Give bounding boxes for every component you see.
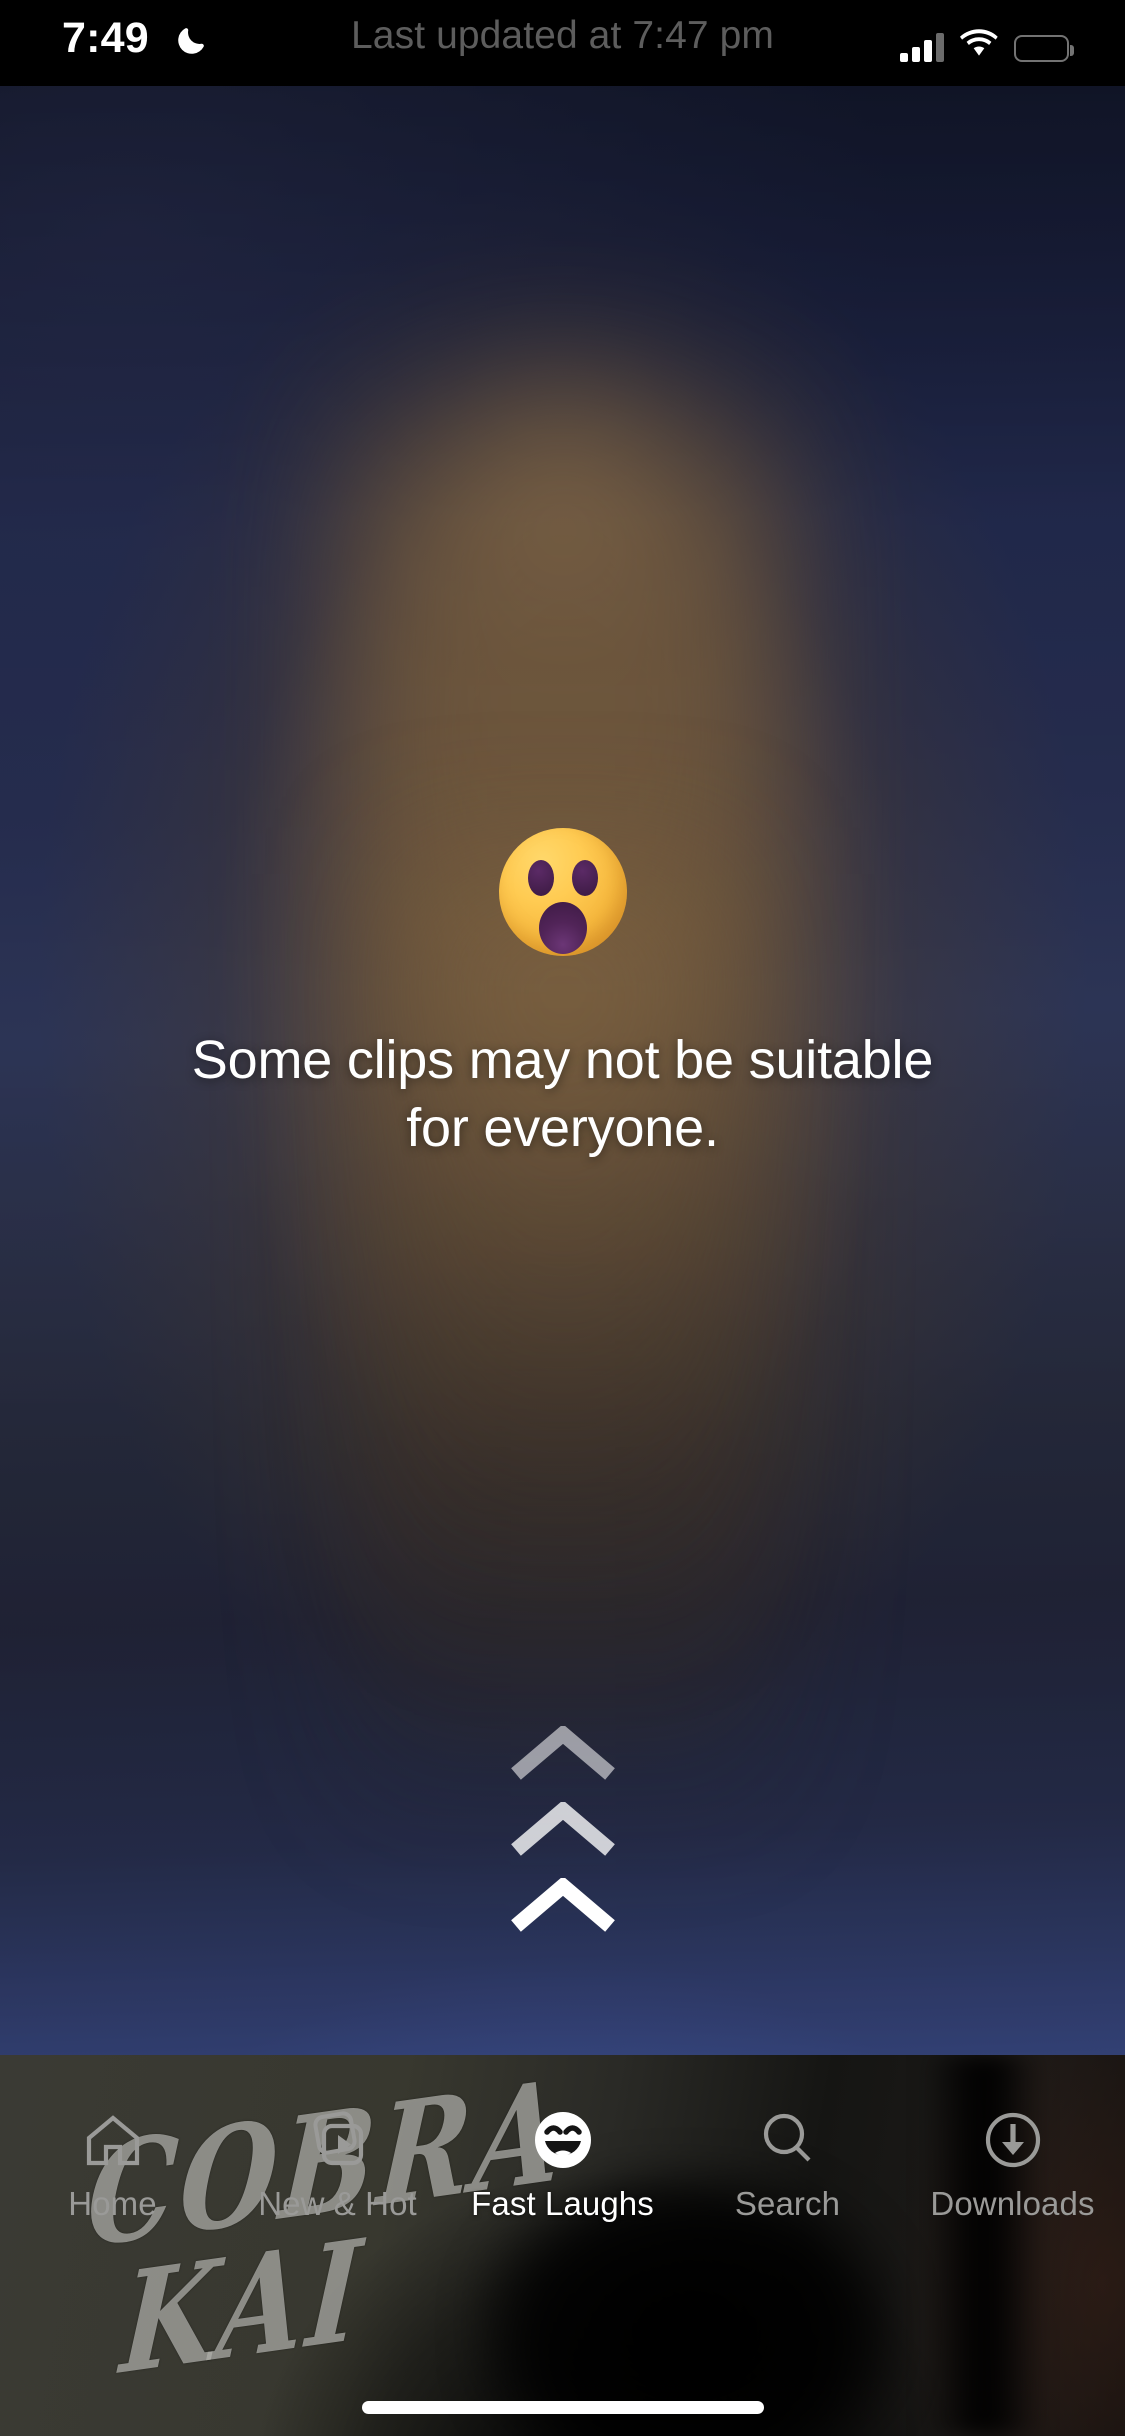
search-icon <box>757 2103 819 2177</box>
face-with-open-mouth-emoji <box>498 828 627 956</box>
tab-label-search: Search <box>734 2185 841 2222</box>
content-warning-overlay: Some clips may not be suitable for every… <box>0 828 1125 1162</box>
tab-label-new-and-hot: New & Hot <box>258 2185 417 2222</box>
bottom-tab-bar: COBRA KAI Home New & Hot Fast Laughs Sea… <box>0 2055 1125 2436</box>
new-and-hot-icon <box>307 2103 369 2177</box>
cellular-signal-icon <box>900 32 944 62</box>
tab-list: Home New & Hot Fast Laughs Search Downlo… <box>0 2103 1125 2283</box>
chevron-up-icon <box>510 1878 615 1932</box>
fast-laughs-smiley-icon <box>532 2103 594 2177</box>
chevron-up-icon <box>510 1726 615 1780</box>
status-bar-icons <box>900 26 1074 62</box>
chevron-up-icon <box>510 1802 615 1856</box>
tab-search[interactable]: Search <box>675 2103 900 2220</box>
tab-label-fast-laughs: Fast Laughs <box>471 2185 654 2222</box>
wifi-icon <box>960 28 998 62</box>
video-player-area[interactable]: Some clips may not be suitable for every… <box>0 86 1125 2055</box>
home-icon <box>82 2103 144 2177</box>
swipe-up-hint[interactable] <box>0 1726 1125 1932</box>
downloads-icon <box>982 2103 1044 2177</box>
tab-fast-laughs[interactable]: Fast Laughs <box>450 2103 675 2220</box>
status-bar: 7:49 Last updated at 7:47 pm <box>0 0 1125 86</box>
tab-new-and-hot[interactable]: New & Hot <box>225 2103 450 2220</box>
content-warning-line-2: for everyone. <box>406 1098 719 1159</box>
emoji-eye-left <box>527 860 554 896</box>
netflix-fast-laughs-screen: 7:49 Last updated at 7:47 pm Some clips … <box>0 0 1125 2436</box>
battery-icon <box>1014 35 1074 62</box>
emoji-eye-right <box>571 860 598 896</box>
tab-home[interactable]: Home <box>0 2103 225 2220</box>
content-warning-line-1: Some clips may not be suitable <box>191 1030 934 1090</box>
tab-label-downloads: Downloads <box>930 2185 1095 2222</box>
home-indicator-bar[interactable] <box>361 2401 764 2414</box>
content-warning-text: Some clips may not be suitable for every… <box>113 1026 1013 1162</box>
emoji-mouth <box>538 902 587 954</box>
tab-label-home: Home <box>68 2185 157 2222</box>
tab-downloads[interactable]: Downloads <box>900 2103 1125 2220</box>
